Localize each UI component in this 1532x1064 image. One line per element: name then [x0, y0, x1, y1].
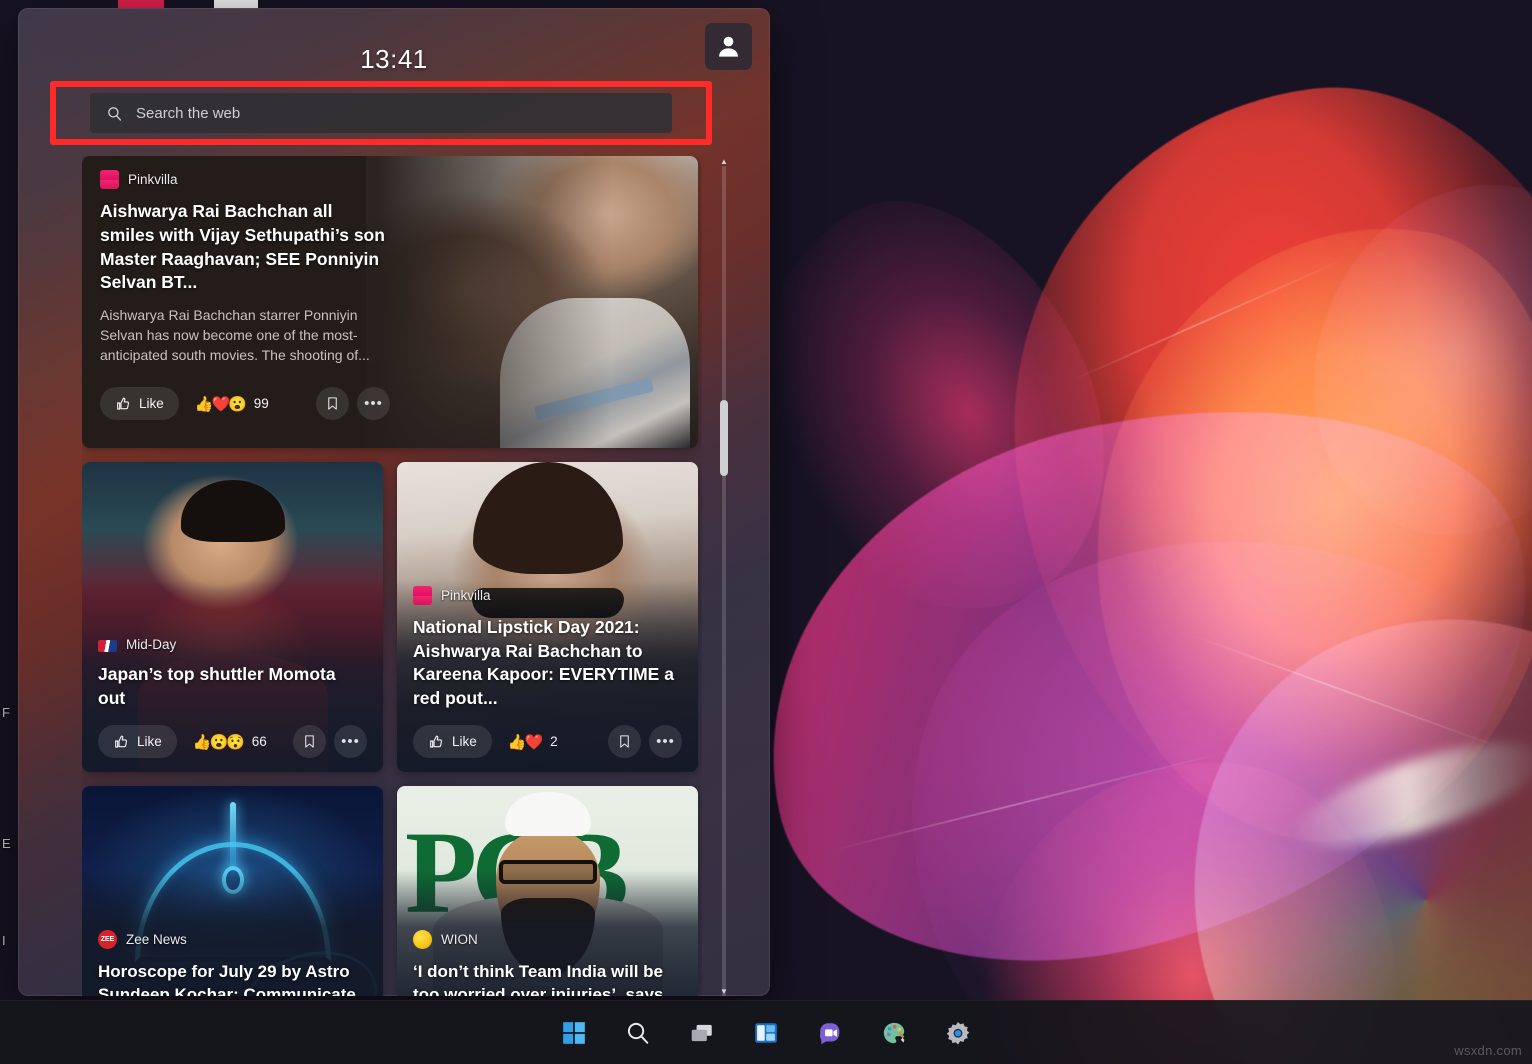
wion-logo [413, 930, 432, 949]
reactions[interactable]: 👍😮😯 66 [193, 733, 267, 751]
news-source-label: Mid-Day [126, 637, 176, 652]
chat-teams-icon [817, 1020, 843, 1046]
like-label: Like [452, 734, 477, 749]
news-source: ZEE Zee News [98, 930, 367, 949]
person-icon [715, 33, 742, 60]
search-icon [625, 1020, 651, 1046]
widgets-icon [753, 1020, 779, 1046]
feed-scrollbar-track[interactable] [722, 166, 726, 996]
avatar[interactable] [705, 23, 752, 70]
reactions[interactable]: 👍❤️😮 99 [195, 395, 269, 413]
news-card-title: Japan’s top shuttler Momota out [98, 663, 367, 711]
midday-logo [98, 640, 117, 652]
scroll-down-arrow[interactable]: ▼ [720, 988, 728, 996]
search-placeholder: Search the web [136, 105, 240, 122]
reaction-emoji: 👍❤️😮 [195, 395, 245, 413]
news-source: WION [413, 930, 682, 949]
settings-button[interactable] [936, 1011, 980, 1055]
start-button[interactable] [552, 1011, 596, 1055]
news-card-wion[interactable]: PCB WION ‘I don’t think Team India will … [397, 786, 698, 996]
watermark: wsxdn.com [1454, 1043, 1522, 1058]
clock: 13:41 [18, 44, 770, 75]
windows-logo-icon [561, 1020, 587, 1046]
bookmark-icon [325, 396, 340, 411]
desktop-icon-label-1[interactable]: F [2, 705, 10, 720]
news-feed[interactable]: Pinkvilla Aishwarya Rai Bachchan all smi… [82, 156, 702, 996]
news-source: Pinkvilla [413, 586, 682, 605]
like-button[interactable]: Like [413, 725, 492, 758]
scroll-up-arrow[interactable]: ▲ [720, 158, 728, 166]
reaction-count: 2 [550, 734, 558, 749]
news-source: Pinkvilla [100, 170, 698, 189]
like-button[interactable]: Like [98, 725, 177, 758]
zee-news-logo: ZEE [98, 930, 117, 949]
like-button[interactable]: Like [100, 387, 179, 420]
reaction-emoji: 👍❤️ [508, 733, 541, 751]
gear-icon [945, 1020, 971, 1046]
news-card-actions: Like 👍❤️😮 99 ••• [100, 387, 390, 420]
task-view-icon [689, 1020, 715, 1046]
news-card-description: Aishwarya Rai Bachchan starrer Ponniyin … [100, 305, 378, 365]
thumbs-up-icon [428, 734, 444, 750]
news-card-zee-horoscope[interactable]: ZEE Zee News Horoscope for July 29 by As… [82, 786, 383, 996]
task-view-button[interactable] [680, 1011, 724, 1055]
save-button[interactable] [316, 387, 349, 420]
widgets-button[interactable] [744, 1011, 788, 1055]
news-card-actions: Like 👍😮😯 66 ••• [98, 725, 367, 758]
news-source-label: Zee News [126, 932, 187, 947]
reactions[interactable]: 👍❤️ 2 [508, 733, 558, 751]
desktop-icon-label-3[interactable]: I [2, 933, 6, 948]
bookmark-icon [617, 734, 632, 749]
save-button[interactable] [608, 725, 641, 758]
news-source-label: WION [441, 932, 478, 947]
reaction-emoji: 👍😮😯 [193, 733, 243, 751]
save-button[interactable] [293, 725, 326, 758]
news-card-title: Horoscope for July 29 by Astro Sundeep K… [98, 960, 367, 996]
news-card-pinkvilla-lipstick[interactable]: Pinkvilla National Lipstick Day 2021: Ai… [397, 462, 698, 772]
news-source: Mid-Day [98, 637, 367, 652]
news-source-label: Pinkvilla [441, 588, 491, 603]
news-card-title: ‘I don’t think Team India will be too wo… [413, 960, 682, 996]
news-card-title: National Lipstick Day 2021: Aishwarya Ra… [413, 616, 682, 711]
desktop-icon-label-2[interactable]: E [2, 836, 11, 851]
paint-palette-icon [881, 1020, 907, 1046]
more-options-button[interactable]: ••• [649, 725, 682, 758]
pinkvilla-logo [100, 170, 119, 189]
search-input[interactable]: Search the web [90, 93, 672, 133]
search-button[interactable] [616, 1011, 660, 1055]
reaction-count: 99 [254, 396, 269, 411]
news-card-midday[interactable]: Mid-Day Japan’s top shuttler Momota out … [82, 462, 383, 772]
search-highlight-box: Search the web [50, 81, 712, 145]
thumbs-up-icon [113, 734, 129, 750]
chat-button[interactable] [808, 1011, 852, 1055]
widgets-panel[interactable]: 13:41 Search the web Pinkv [18, 8, 770, 996]
pinkvilla-logo [413, 586, 432, 605]
more-options-button[interactable]: ••• [334, 725, 367, 758]
feed-scrollbar-thumb[interactable] [720, 400, 728, 476]
news-source-label: Pinkvilla [128, 172, 178, 187]
thumbs-up-icon [115, 396, 131, 412]
news-card-title: Aishwarya Rai Bachchan all smiles with V… [100, 200, 386, 295]
taskbar: wsxdn.com [0, 1000, 1532, 1064]
bookmark-icon [302, 734, 317, 749]
news-card-actions: Like 👍❤️ 2 ••• [413, 725, 682, 758]
news-card-hero[interactable]: Pinkvilla Aishwarya Rai Bachchan all smi… [82, 156, 698, 448]
paint-button[interactable] [872, 1011, 916, 1055]
search-icon [106, 105, 123, 122]
reaction-count: 66 [252, 734, 267, 749]
more-options-button[interactable]: ••• [357, 387, 390, 420]
like-label: Like [139, 396, 164, 411]
like-label: Like [137, 734, 162, 749]
